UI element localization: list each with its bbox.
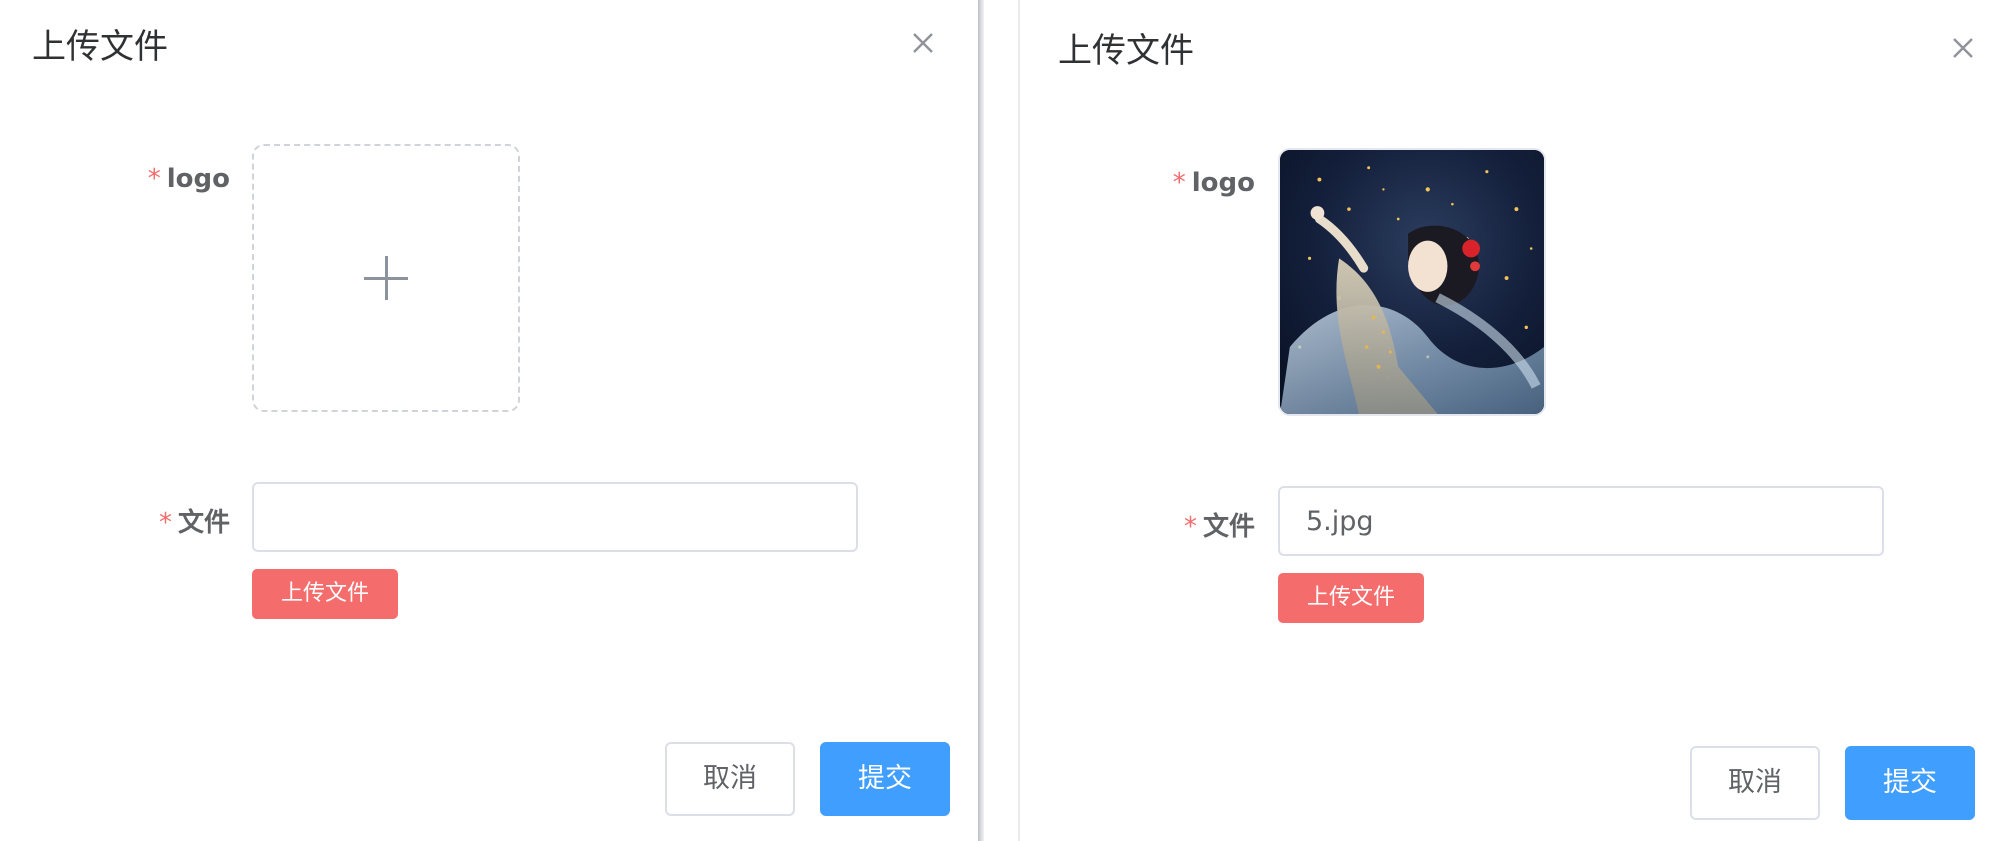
close-icon bbox=[1953, 38, 1973, 58]
upload-dialog-filled: 上传文件 * logo * 文件 5.jpg 上传文件 取消 提交 bbox=[1022, 0, 2000, 841]
screenshot-divider bbox=[978, 0, 1022, 841]
cancel-button[interactable]: 取消 bbox=[1690, 746, 1820, 820]
close-icon bbox=[913, 33, 933, 53]
logo-uploader[interactable] bbox=[252, 144, 520, 412]
plus-icon bbox=[364, 256, 408, 300]
file-label: * 文件 bbox=[158, 508, 230, 538]
logo-label: * logo bbox=[1172, 168, 1255, 198]
file-input[interactable] bbox=[252, 482, 858, 552]
cancel-button[interactable]: 取消 bbox=[665, 742, 795, 816]
required-mark: * bbox=[158, 508, 172, 538]
upload-dialog-empty: 上传文件 * logo * 文件 上传文件 取消 提交 bbox=[0, 0, 978, 841]
close-button[interactable] bbox=[1948, 33, 1978, 63]
dialog-title: 上传文件 bbox=[32, 27, 168, 67]
upload-file-button[interactable]: 上传文件 bbox=[1278, 573, 1424, 623]
submit-button[interactable]: 提交 bbox=[820, 742, 950, 816]
divider-shadow bbox=[978, 0, 984, 841]
dialog-title: 上传文件 bbox=[1058, 31, 1194, 71]
file-label: * 文件 bbox=[1183, 512, 1255, 542]
submit-button[interactable]: 提交 bbox=[1845, 746, 1975, 820]
required-mark: * bbox=[1172, 168, 1186, 198]
divider-line bbox=[1018, 0, 1020, 841]
logo-preview[interactable] bbox=[1278, 148, 1546, 416]
uploaded-logo-image bbox=[1280, 150, 1544, 414]
logo-label: * logo bbox=[147, 164, 230, 194]
required-mark: * bbox=[1183, 512, 1197, 542]
close-button[interactable] bbox=[908, 28, 938, 58]
file-input[interactable] bbox=[1278, 486, 1884, 556]
upload-file-button[interactable]: 上传文件 bbox=[252, 569, 398, 619]
required-mark: * bbox=[147, 164, 161, 194]
